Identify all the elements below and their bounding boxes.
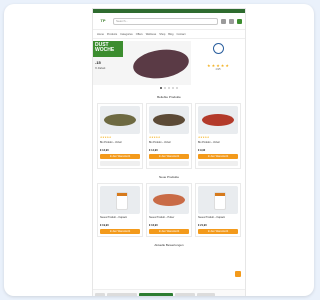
nav-item[interactable]: Shop: [159, 33, 165, 36]
logo[interactable]: TP: [96, 16, 110, 27]
product-title[interactable]: Neues Produkt – Pulver: [149, 216, 189, 222]
product-price: € 14,90: [149, 149, 158, 152]
scroll-top-button[interactable]: [235, 271, 241, 277]
nav-item[interactable]: Home: [97, 33, 104, 36]
details-button[interactable]: [100, 161, 140, 166]
details-button[interactable]: [198, 161, 238, 166]
add-to-cart-button[interactable]: In den Warenkorb: [100, 229, 140, 234]
product-grid: ★★★★★ Bio Produkt – Vorteil € 12,90 In d…: [93, 103, 245, 169]
main-nav: Home Products Categories Offers Wellness…: [93, 29, 245, 39]
star-icon: ★: [207, 63, 211, 68]
product-image[interactable]: [198, 106, 238, 134]
nav-item[interactable]: Contact: [176, 33, 185, 36]
product-image[interactable]: [149, 186, 189, 214]
hero-headline: -15: [95, 60, 101, 65]
carousel-dots: [93, 87, 245, 89]
promo-label: DUST WOCHE: [93, 41, 123, 57]
carousel-dot[interactable]: [172, 87, 174, 89]
trust-seal-icon: [212, 43, 224, 54]
product-card[interactable]: Neues Produkt – Kapseln € 21,90 In den W…: [195, 183, 241, 237]
product-image[interactable]: [149, 106, 189, 134]
hero-subtext: % Rabatt: [95, 67, 106, 70]
trust-panel: ★ ★ ★ ★ ★ 4.9/5: [191, 41, 245, 85]
nav-item[interactable]: Wellness: [146, 33, 156, 36]
jar-icon: [116, 192, 128, 210]
add-to-cart-button[interactable]: In den Warenkorb: [149, 229, 189, 234]
carousel-dot[interactable]: [160, 87, 162, 89]
rating-stars: ★ ★ ★ ★ ★: [207, 64, 229, 68]
product-image[interactable]: [100, 186, 140, 214]
product-card[interactable]: ★★★★★ Bio Produkt – Vorteil € 12,90 In d…: [97, 103, 143, 169]
product-image[interactable]: [198, 186, 238, 214]
star-icon: ★: [220, 63, 225, 68]
product-rating: ★★★★★: [100, 136, 112, 139]
product-price: € 19,90: [100, 224, 109, 227]
decline-button[interactable]: [197, 292, 215, 296]
cart-icon[interactable]: [237, 18, 242, 24]
nav-item[interactable]: Blog: [168, 33, 173, 36]
product-image[interactable]: [100, 106, 140, 134]
product-title[interactable]: Bio Produkt – Vorteil: [100, 141, 140, 147]
product-price: € 12,90: [100, 149, 109, 152]
star-icon: ★: [216, 63, 220, 68]
site-header: TP Search...: [93, 13, 245, 29]
add-to-cart-button[interactable]: In den Warenkorb: [198, 154, 238, 159]
product-photo: [202, 114, 234, 126]
add-to-cart-button[interactable]: In den Warenkorb: [149, 154, 189, 159]
logo-text: TP: [100, 18, 106, 23]
accept-button[interactable]: [139, 292, 173, 296]
details-button[interactable]: [149, 161, 189, 166]
info-text: [107, 292, 137, 296]
nav-item[interactable]: Products: [107, 33, 117, 36]
hero-banner[interactable]: DUST WOCHE -15 % Rabatt: [93, 41, 191, 85]
webpage: TP Search... Home Products Categories Of…: [92, 8, 246, 296]
nav-item[interactable]: Categories: [120, 33, 133, 36]
search-input[interactable]: Search...: [113, 17, 218, 25]
star-icon: ★: [211, 63, 216, 68]
product-title[interactable]: Bio Produkt – Vorteil: [149, 141, 189, 147]
product-photo: [153, 114, 185, 126]
product-title[interactable]: Neues Produkt – Kapseln: [100, 216, 140, 222]
rating-text: 4.9/5: [215, 69, 221, 71]
product-title[interactable]: Neues Produkt – Kapseln: [198, 216, 238, 222]
add-to-cart-button[interactable]: In den Warenkorb: [198, 229, 238, 234]
info-text: [95, 292, 105, 296]
star-icon: ★: [225, 63, 229, 68]
jar-icon: [214, 192, 226, 210]
hero-product-image: [131, 46, 191, 82]
cookie-bar: [93, 289, 245, 296]
product-card[interactable]: ★★★★★ Bio Produkt – Vorteil € 14,90 In d…: [146, 103, 192, 169]
product-photo: [153, 194, 185, 206]
section-title: Neue Produkte: [158, 175, 179, 179]
product-rating: ★★★★★: [149, 136, 161, 139]
section-title: Beliebte Produkte: [157, 95, 181, 99]
user-icon[interactable]: [221, 18, 226, 24]
product-title[interactable]: Bio Produkt – Vorteil: [198, 141, 238, 147]
product-card[interactable]: Neues Produkt – Kapseln € 19,90 In den W…: [97, 183, 143, 237]
product-card[interactable]: Neues Produkt – Pulver € 16,90 In den Wa…: [146, 183, 192, 237]
reviews-title: Aktuelle Bewertungen: [154, 243, 184, 247]
heart-icon[interactable]: [229, 18, 234, 24]
product-price: € 16,90: [149, 224, 158, 227]
settings-button[interactable]: [175, 292, 195, 296]
carousel-dot[interactable]: [168, 87, 170, 89]
nav-item[interactable]: Offers: [136, 33, 143, 36]
carousel-dot[interactable]: [176, 87, 178, 89]
product-price: € 9,90: [198, 149, 206, 152]
product-rating: ★★★★★: [198, 136, 210, 139]
hero-section: DUST WOCHE -15 % Rabatt ★ ★ ★ ★ ★ 4.9/5: [93, 41, 245, 85]
carousel-dot[interactable]: [164, 87, 166, 89]
product-grid: Neues Produkt – Kapseln € 19,90 In den W…: [93, 183, 245, 237]
screenshot-card: TP Search... Home Products Categories Of…: [4, 4, 314, 296]
add-to-cart-button[interactable]: In den Warenkorb: [100, 154, 140, 159]
product-card[interactable]: ★★★★★ Bio Produkt – Vorteil € 9,90 In de…: [195, 103, 241, 169]
product-photo: [104, 114, 136, 126]
product-price: € 21,90: [198, 224, 207, 227]
